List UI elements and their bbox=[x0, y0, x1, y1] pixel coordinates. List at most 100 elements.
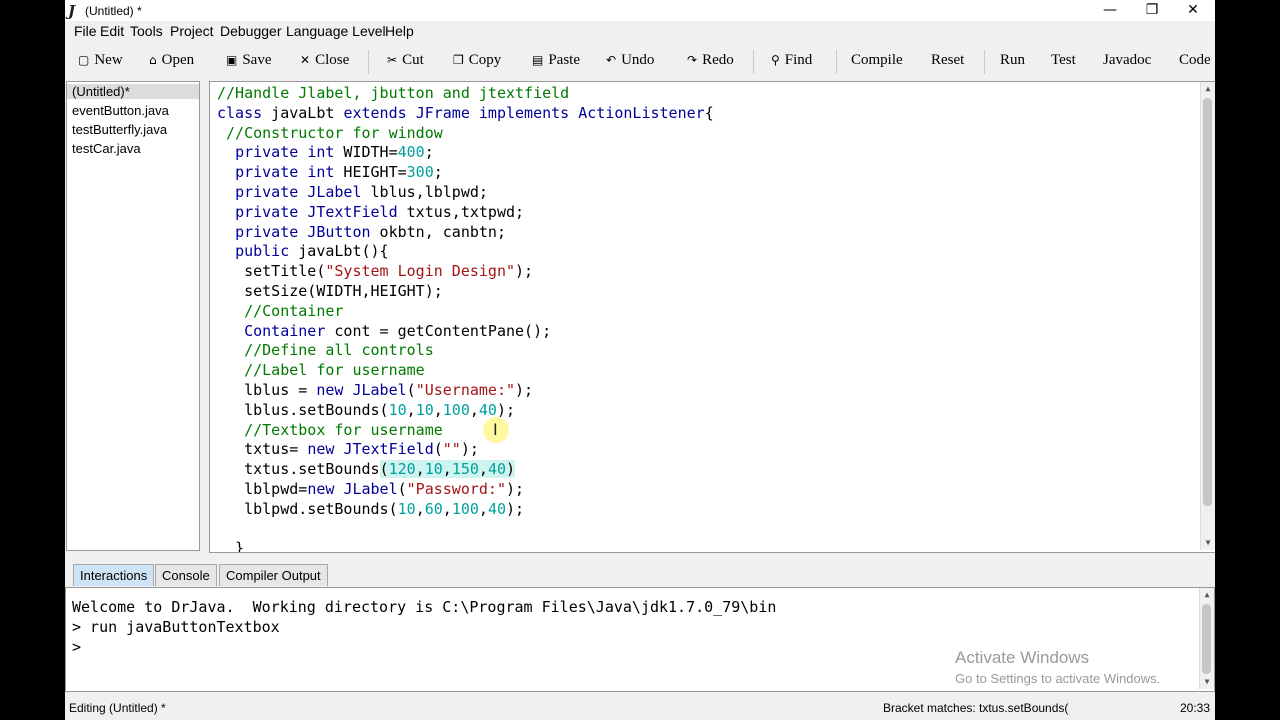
menu-project[interactable]: Project bbox=[170, 23, 214, 39]
code-line[interactable]: //Textbox for username bbox=[217, 420, 443, 440]
code-line[interactable]: private JButton okbtn, canbtn; bbox=[217, 222, 506, 242]
undo-icon: ↶ bbox=[606, 53, 617, 67]
code-line[interactable]: private JLabel lblus,lblpwd; bbox=[217, 182, 488, 202]
code-line[interactable]: lblus = new JLabel("Username:"); bbox=[217, 380, 533, 400]
close-window-icon[interactable]: ✕ bbox=[1173, 0, 1213, 21]
code-line[interactable]: private JTextField txtus,txtpwd; bbox=[217, 202, 524, 222]
find-button[interactable]: ⚲ Find bbox=[771, 52, 812, 69]
paste-label: Paste bbox=[548, 52, 581, 68]
new-label: New bbox=[94, 52, 123, 68]
close-x-icon: ✕ bbox=[300, 53, 311, 67]
menu-help[interactable]: Help bbox=[385, 23, 414, 39]
watermark-title: Activate Windows bbox=[955, 648, 1090, 667]
code-line[interactable]: //Handle Jlabel, jbutton and jtextfield bbox=[217, 83, 569, 103]
document-item[interactable]: testButterfly.java bbox=[72, 122, 167, 137]
redo-button[interactable]: ↷ Redo bbox=[687, 52, 734, 69]
code-line[interactable]: setSize(WIDTH,HEIGHT); bbox=[217, 281, 443, 301]
copy-label: Copy bbox=[468, 52, 502, 68]
test-button[interactable]: Test bbox=[1051, 52, 1076, 69]
menu-edit[interactable]: Edit bbox=[100, 23, 124, 39]
toolbar: ▢ New ⌂ Open ▣ Save ✕ Close ✂ Cut ❐ Copy ▤ Past… bbox=[65, 44, 1215, 78]
interactions-scrollbar[interactable]: ▲ ▼ bbox=[1199, 588, 1214, 689]
title-bar: J (Untitled) * — ❐ ✕ bbox=[65, 0, 1215, 21]
toolbar-separator bbox=[984, 50, 985, 74]
new-button[interactable]: ▢ New bbox=[78, 52, 123, 69]
text-cursor-icon: I bbox=[493, 420, 498, 439]
code-line[interactable]: setTitle("System Login Design"); bbox=[217, 261, 533, 281]
reset-button[interactable]: Reset bbox=[931, 52, 964, 69]
code-line[interactable]: //Constructor for window bbox=[217, 123, 443, 143]
redo-icon: ↷ bbox=[687, 53, 698, 67]
compile-button[interactable]: Compile bbox=[851, 52, 903, 69]
code-line[interactable]: txtus= new JTextField(""); bbox=[217, 439, 479, 459]
menu-language-level[interactable]: Language Level bbox=[286, 23, 386, 39]
cut-button[interactable]: ✂ Cut bbox=[387, 52, 424, 69]
run-button[interactable]: Run bbox=[1000, 52, 1025, 69]
code-line[interactable]: private int WIDTH=400; bbox=[217, 142, 434, 162]
menu-debugger[interactable]: Debugger bbox=[220, 23, 282, 39]
scroll-down-icon[interactable]: ▼ bbox=[1200, 677, 1214, 686]
status-cursor-position: 20:33 bbox=[1180, 701, 1211, 715]
code-line[interactable]: lblus.setBounds(10,10,100,40); bbox=[217, 400, 515, 420]
editor-scrollbar[interactable]: ▲ ▼ bbox=[1200, 82, 1215, 550]
code-line[interactable]: class javaLbt extends JFrame implements … bbox=[217, 103, 714, 123]
code-line[interactable]: lblpwd=new JLabel("Password:"); bbox=[217, 479, 524, 499]
save-disk-icon: ▣ bbox=[226, 53, 238, 67]
scroll-up-icon[interactable]: ▲ bbox=[1200, 590, 1214, 599]
toolbar-separator bbox=[368, 50, 369, 74]
tab-console[interactable]: Console bbox=[155, 564, 217, 586]
code-line[interactable]: txtus.setBounds(120,10,150,40) bbox=[217, 459, 516, 479]
status-bracket-value: txtus.setBounds( bbox=[979, 701, 1069, 715]
undo-button[interactable]: ↶ Undo bbox=[606, 52, 654, 69]
code-line[interactable]: //Label for username bbox=[217, 360, 425, 380]
document-item-untitled[interactable]: (Untitled)* bbox=[67, 84, 199, 99]
binoculars-icon: ⚲ bbox=[771, 53, 780, 67]
new-file-icon: ▢ bbox=[78, 53, 90, 67]
menu-file[interactable]: File bbox=[74, 23, 97, 39]
drjava-window: J (Untitled) * — ❐ ✕ File Edit Tools Pro… bbox=[65, 0, 1215, 720]
undo-label: Undo bbox=[621, 52, 655, 68]
status-bar: Editing (Untitled) * Bracket matches: tx… bbox=[65, 697, 1215, 720]
interactions-line: Welcome to DrJava. Working directory is … bbox=[72, 598, 777, 616]
close-button[interactable]: ✕ Close bbox=[300, 52, 349, 69]
document-list: (Untitled)* eventButton.java testButterf… bbox=[66, 81, 200, 551]
code-button[interactable]: Code bbox=[1179, 52, 1211, 69]
tab-interactions[interactable]: Interactions bbox=[73, 564, 155, 586]
maximize-icon[interactable]: ❐ bbox=[1132, 0, 1172, 21]
save-button[interactable]: ▣ Save bbox=[226, 52, 272, 69]
open-button[interactable]: ⌂ Open bbox=[149, 52, 194, 69]
code-line[interactable]: public javaLbt(){ bbox=[217, 241, 389, 261]
scroll-up-icon[interactable]: ▲ bbox=[1201, 84, 1215, 93]
scroll-down-icon[interactable]: ▼ bbox=[1201, 538, 1215, 547]
code-line[interactable]: lblpwd.setBounds(10,60,100,40); bbox=[217, 499, 524, 519]
status-editing: Editing (Untitled) * bbox=[69, 701, 166, 715]
interactions-prompt[interactable]: > bbox=[72, 638, 81, 656]
code-editor[interactable]: //Handle Jlabel, jbutton and jtextfield c… bbox=[209, 81, 1215, 553]
code-line[interactable]: Container cont = getContentPane(); bbox=[217, 321, 551, 341]
toolbar-separator bbox=[836, 50, 837, 74]
vertical-splitter[interactable] bbox=[200, 81, 208, 551]
save-label: Save bbox=[242, 52, 272, 68]
scrollbar-thumb[interactable] bbox=[1203, 98, 1212, 506]
paste-button[interactable]: ▤ Paste bbox=[532, 52, 580, 69]
code-line[interactable]: //Define all controls bbox=[217, 340, 434, 360]
watermark-subtitle: Go to Settings to activate Windows. bbox=[955, 671, 1161, 686]
copy-button[interactable]: ❐ Copy bbox=[453, 52, 501, 69]
minimize-icon[interactable]: — bbox=[1090, 0, 1130, 21]
drjava-app-icon: J bbox=[68, 2, 76, 20]
copy-icon: ❐ bbox=[453, 53, 464, 67]
open-folder-icon: ⌂ bbox=[149, 53, 157, 67]
menu-tools[interactable]: Tools bbox=[130, 23, 163, 39]
activate-windows-watermark: Activate Windows Go to Settings to activ… bbox=[955, 648, 1160, 686]
find-label: Find bbox=[784, 52, 813, 68]
document-item[interactable]: eventButton.java bbox=[72, 103, 169, 118]
document-item[interactable]: testCar.java bbox=[72, 141, 141, 156]
code-line[interactable]: //Container bbox=[217, 301, 343, 321]
javadoc-button[interactable]: Javadoc bbox=[1103, 52, 1151, 69]
code-line[interactable]: private int HEIGHT=300; bbox=[217, 162, 443, 182]
horizontal-splitter[interactable] bbox=[65, 551, 1215, 560]
scrollbar-thumb[interactable] bbox=[1202, 604, 1211, 674]
tab-compiler-output[interactable]: Compiler Output bbox=[219, 564, 328, 586]
paste-icon: ▤ bbox=[532, 53, 544, 67]
interactions-line: > run javaButtonTextbox bbox=[72, 618, 280, 636]
